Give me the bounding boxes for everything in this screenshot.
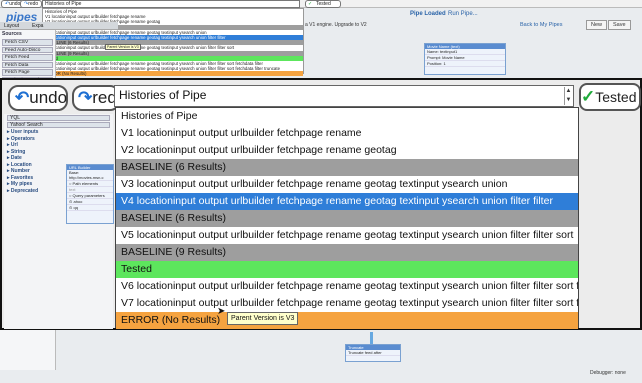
history-option[interactable]: BASELINE (6 Results) xyxy=(116,210,578,227)
back-to-my-pipes-link[interactable]: Back to My Pipes xyxy=(520,22,563,28)
mini-tested-button[interactable]: ✓ Tested xyxy=(305,0,341,8)
truncate-row[interactable]: Truncate feed after xyxy=(346,350,400,356)
parent-version-tooltip: Parent Version is V3 xyxy=(227,312,299,325)
url-base-field: Base: http://movies.msn.c xyxy=(67,170,113,181)
mouse-cursor-icon: ➤ xyxy=(217,306,226,317)
history-option[interactable]: V3 locationinput output urlbuilder fetch… xyxy=(116,176,578,193)
history-option[interactable]: V5 locationinput output urlbuilder fetch… xyxy=(116,227,578,244)
pipe-wire xyxy=(370,332,373,344)
check-icon: ✓ xyxy=(581,87,596,106)
check-icon: ✓ xyxy=(308,1,313,7)
history-option[interactable]: ERROR (No Results) xyxy=(116,312,578,329)
tab-layout[interactable]: Layout xyxy=(4,23,19,29)
history-option[interactable]: V1 locationinput output urlbuilder fetch… xyxy=(116,125,578,142)
tab-expand[interactable]: Expa xyxy=(32,23,43,29)
truncate-module[interactable]: Truncate Truncate feed after xyxy=(345,344,401,362)
history-option[interactable]: Histories of Pipe xyxy=(116,108,578,125)
select-arrows-icon: ▲ ▼ xyxy=(564,87,572,105)
tested-button[interactable]: ✓Tested xyxy=(579,83,641,111)
source-fetch-data[interactable]: Fetch Data xyxy=(2,61,53,68)
mini-tooltip: Parent Version is V3 xyxy=(105,44,141,50)
undo-button[interactable]: ↶undo xyxy=(8,85,68,111)
source-yql[interactable]: YQL xyxy=(7,115,110,121)
engine-upgrade-note[interactable]: a V1 engine. Upgrade to V2 xyxy=(305,22,367,28)
history-select[interactable]: Histories of Pipe ▲ ▼ xyxy=(114,85,574,107)
mini-history-select[interactable]: Histories of Pipe xyxy=(42,0,300,8)
editor-tabs-bar: Layout Expa xyxy=(0,22,118,30)
source-fetch-page[interactable]: Fetch Page xyxy=(2,69,53,76)
history-dropdown-list: Histories of Pipe V1 locationinput output… xyxy=(115,107,579,329)
run-pipe-link[interactable]: Run Pipe... xyxy=(448,11,478,17)
movie-position-field: Position: 1 xyxy=(425,61,505,67)
mini-redo-button[interactable]: ↷redo xyxy=(20,0,43,8)
source-yahoo-search[interactable]: Yahoo! Search xyxy=(7,122,110,128)
history-option[interactable]: V6 locationinput output urlbuilder fetch… xyxy=(116,278,578,295)
save-button[interactable]: Save xyxy=(608,20,631,30)
redo-icon: ↷ xyxy=(78,88,93,107)
source-feed-auto-discovery[interactable]: Feed Auto-Disco xyxy=(2,46,53,53)
url-builder-module[interactable]: URL Builder Base: http://movies.msn.c ○ … xyxy=(66,164,114,224)
query-param-2[interactable]: ⊙ qq xyxy=(67,205,113,211)
top-toolbar: ↶undo ↷redo Histories of Pipe ✓ Tested xyxy=(0,0,642,8)
mini-history-dropdown: Histories of Pipe V1 locationinput output… xyxy=(42,8,304,77)
redo-button[interactable]: ↷redo xyxy=(72,85,126,111)
movie-name-module[interactable]: Movie Name (text) Name: textinput1 Promp… xyxy=(424,43,506,75)
source-fetch-feed[interactable]: Fetch Feed xyxy=(2,54,53,61)
source-fetch-csv[interactable]: Fetch CSV xyxy=(2,39,53,46)
new-button[interactable]: New xyxy=(586,20,608,30)
debugger-status: Debugger: none xyxy=(590,370,626,376)
history-option[interactable]: V7 locationinput output urlbuilder fetch… xyxy=(116,295,578,312)
history-option[interactable]: BASELINE (9 Results) xyxy=(116,244,578,261)
history-option[interactable]: V4 locationinput output urlbuilder fetch… xyxy=(116,193,578,210)
sidebar-peek: YQL Yahoo! Search ▸ User inputs ▸ Operato… xyxy=(4,114,114,329)
history-option[interactable]: V2 locationinput output urlbuilder fetch… xyxy=(116,142,578,159)
zoomed-toolbar-panel: ↶undo ↷redo Histories of Pipe ▲ ▼ ✓Tested… xyxy=(0,78,642,330)
sources-heading[interactable]: Sources xyxy=(0,30,55,38)
history-option[interactable]: BASELINE (6 Results) xyxy=(116,159,578,176)
pipe-loaded-status: Pipe Loaded xyxy=(410,11,446,17)
history-option[interactable]: Tested xyxy=(116,261,578,278)
undo-icon: ↶ xyxy=(15,88,30,107)
mini-history-option[interactable]: ERROR (No Results) xyxy=(43,71,303,77)
